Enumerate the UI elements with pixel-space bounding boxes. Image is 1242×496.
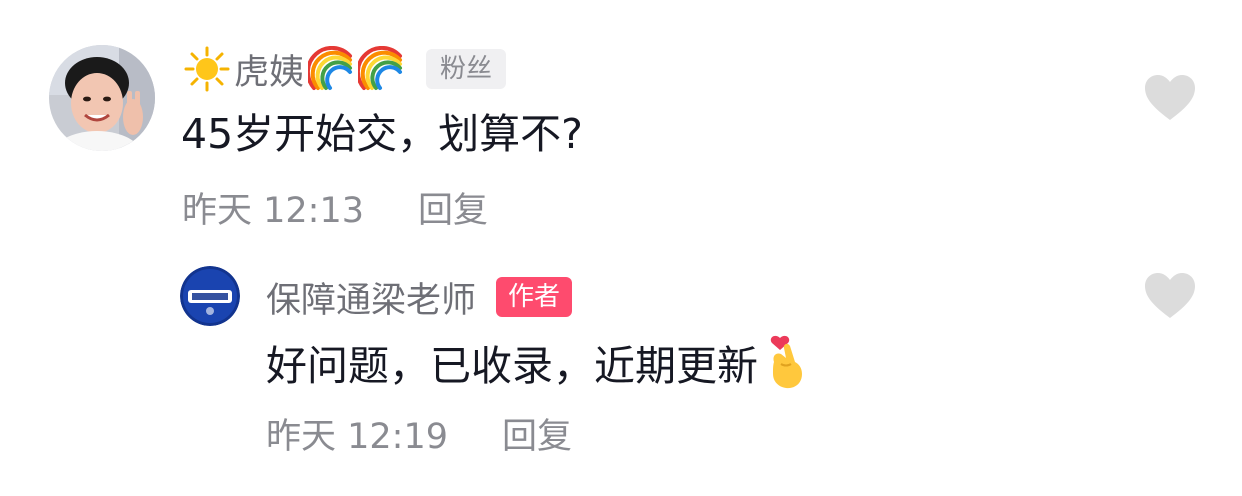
commenter-avatar[interactable]: [49, 45, 155, 151]
commenter-username[interactable]: 虎姨: [234, 44, 304, 95]
reply-button[interactable]: 回复: [502, 408, 572, 459]
heart-icon[interactable]: [1144, 74, 1196, 122]
sun-emoji-icon: [184, 46, 230, 92]
reply-timestamp: 昨天 12:19: [266, 416, 448, 457]
comment-text: 45岁开始交，划算不?: [181, 110, 583, 158]
rainbow-emoji-icon: [308, 46, 354, 92]
fan-badge: 粉丝: [426, 49, 507, 89]
reply-button[interactable]: 回复: [418, 182, 488, 233]
comment-meta: 昨天 12:13 回复: [182, 182, 488, 232]
author-username[interactable]: 保障通梁老师: [266, 272, 476, 323]
reply-text-content: 好问题，已收录，近期更新: [266, 342, 758, 390]
author-badge: 作者: [496, 277, 573, 317]
reply-meta: 昨天 12:19 回复: [266, 408, 572, 458]
author-name-row: 保障通梁老师 作者: [266, 272, 573, 323]
heart-icon[interactable]: [1144, 272, 1196, 320]
commenter-name-row: 虎姨 粉丝: [184, 44, 507, 95]
rainbow-emoji-icon: [358, 46, 404, 92]
reply-comment-text: 好问题，已收录，近期更新: [266, 334, 810, 390]
author-avatar[interactable]: [180, 266, 240, 326]
finger-heart-emoji-icon: [764, 334, 810, 390]
comment-timestamp: 昨天 12:13: [182, 190, 364, 231]
